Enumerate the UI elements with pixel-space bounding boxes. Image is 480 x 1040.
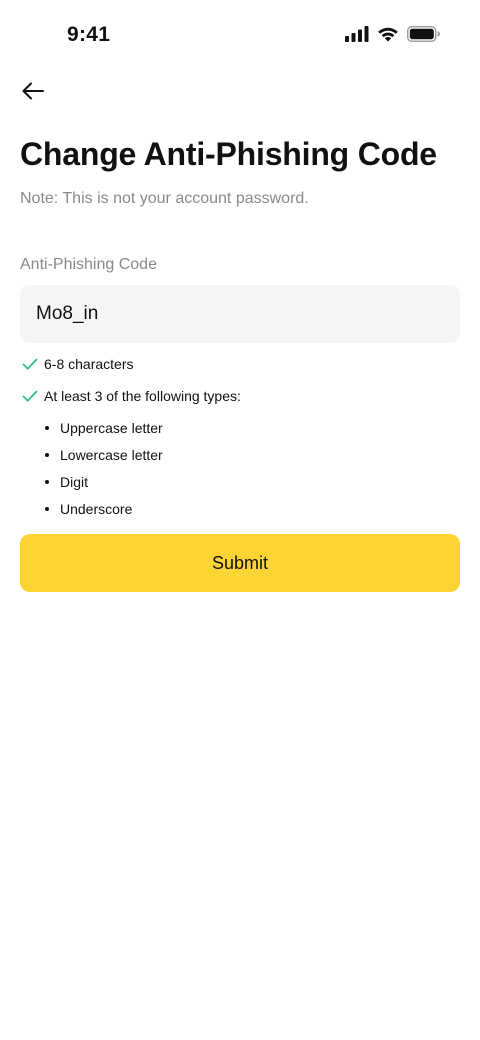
bullet-icon — [45, 479, 49, 484]
type-label: Underscore — [60, 500, 133, 517]
status-time: 9:41 — [67, 23, 111, 46]
requirement-types: At least 3 of the following types: — [22, 388, 241, 404]
page-note: Note: This is not your account password. — [20, 190, 309, 207]
requirement-types-text: At least 3 of the following types: — [44, 388, 241, 404]
bullet-icon — [45, 425, 49, 430]
back-button[interactable] — [18, 80, 48, 106]
status-bar: 9:41 — [0, 0, 480, 70]
field-label: Anti-Phishing Code — [20, 256, 157, 273]
list-item: Uppercase letter — [44, 414, 163, 441]
check-icon — [22, 389, 38, 403]
anti-phishing-code-input[interactable] — [20, 285, 460, 343]
bullet-icon — [45, 452, 49, 457]
list-item: Lowercase letter — [44, 441, 163, 468]
wifi-icon — [377, 26, 399, 42]
status-icons — [345, 26, 440, 42]
arrow-left-icon — [22, 82, 44, 105]
type-label: Uppercase letter — [60, 419, 163, 436]
list-item: Digit — [44, 468, 163, 495]
character-type-list: Uppercase letter Lowercase letter Digit … — [44, 414, 163, 522]
cellular-signal-icon — [345, 26, 369, 42]
type-label: Lowercase letter — [60, 446, 163, 463]
requirement-length-text: 6-8 characters — [44, 356, 134, 372]
check-icon — [22, 357, 38, 371]
requirement-length: 6-8 characters — [22, 356, 133, 372]
battery-icon — [407, 26, 440, 42]
page-title: Change Anti-Phishing Code — [20, 136, 437, 172]
list-item: Underscore — [44, 495, 163, 522]
bullet-icon — [45, 506, 49, 511]
type-label: Digit — [60, 473, 89, 490]
submit-button[interactable]: Submit — [20, 534, 460, 592]
change-anti-phishing-screen: 9:41 Change Anti-Phishing Code Note: Thi… — [0, 0, 480, 1040]
